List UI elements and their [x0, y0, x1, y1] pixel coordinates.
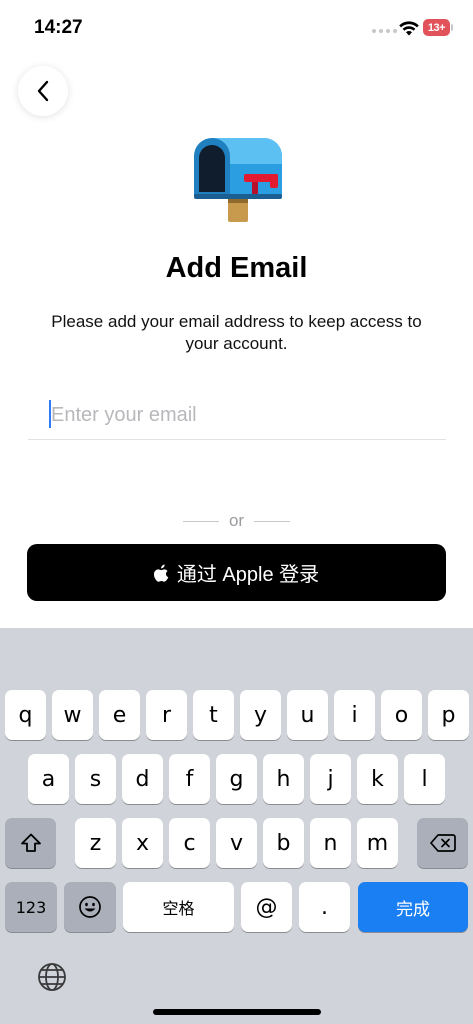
page-subtitle: Please add your email address to keep ac… — [51, 312, 422, 353]
globe-icon[interactable] — [36, 961, 68, 993]
email-input[interactable] — [28, 392, 446, 438]
key-m[interactable]: m — [357, 818, 398, 868]
space-key[interactable]: 空格 — [123, 882, 234, 932]
key-y[interactable]: y — [240, 690, 281, 740]
key-r[interactable]: r — [146, 690, 187, 740]
battery-level: 13+ — [427, 21, 446, 34]
status-time: 14:27 — [34, 17, 83, 38]
key-i[interactable]: i — [334, 690, 375, 740]
or-divider: or — [0, 510, 473, 532]
shift-key[interactable] — [5, 818, 56, 868]
key-g[interactable]: g — [216, 754, 257, 804]
wifi-icon — [399, 21, 419, 36]
shift-icon — [20, 833, 41, 852]
key-j[interactable]: j — [310, 754, 351, 804]
status-bar: 14:27 13+ — [0, 0, 473, 56]
back-button[interactable] — [18, 66, 68, 116]
key-d[interactable]: d — [122, 754, 163, 804]
key-u[interactable]: u — [287, 690, 328, 740]
chevron-left-icon — [37, 80, 49, 102]
divider-line-right — [254, 520, 291, 522]
key-o[interactable]: o — [381, 690, 422, 740]
apple-logo-icon — [153, 564, 169, 582]
apple-signin-label: 通过 Apple 登录 — [176, 564, 320, 586]
key-v[interactable]: v — [216, 818, 257, 868]
key-f[interactable]: f — [169, 754, 210, 804]
divider-text: or — [228, 511, 245, 530]
cellular-signal-icon — [372, 29, 397, 33]
dot-key[interactable]: . — [299, 882, 350, 932]
numbers-key[interactable]: 123 — [5, 882, 57, 932]
emoji-icon — [79, 896, 101, 918]
key-p[interactable]: p — [428, 690, 469, 740]
key-q[interactable]: q — [5, 690, 46, 740]
key-h[interactable]: h — [263, 754, 304, 804]
key-b[interactable]: b — [263, 818, 304, 868]
key-w[interactable]: w — [52, 690, 93, 740]
backspace-icon — [429, 834, 456, 852]
divider-line-left — [182, 520, 219, 522]
page-title: Add Email — [165, 252, 308, 284]
key-k[interactable]: k — [357, 754, 398, 804]
done-key[interactable]: 完成 — [358, 882, 468, 932]
emoji-key[interactable] — [64, 882, 116, 932]
at-key[interactable]: @ — [241, 882, 292, 932]
key-a[interactable]: a — [28, 754, 69, 804]
apple-signin-button[interactable]: 通过 Apple 登录 — [27, 544, 446, 601]
key-t[interactable]: t — [193, 690, 234, 740]
key-n[interactable]: n — [310, 818, 351, 868]
mailbox-icon — [194, 138, 282, 222]
key-x[interactable]: x — [122, 818, 163, 868]
battery-icon: 13+ — [423, 19, 453, 36]
key-z[interactable]: z — [75, 818, 116, 868]
home-indicator — [153, 1009, 321, 1015]
email-field — [28, 392, 446, 440]
key-e[interactable]: e — [99, 690, 140, 740]
key-l[interactable]: l — [404, 754, 445, 804]
delete-key[interactable] — [417, 818, 468, 868]
key-s[interactable]: s — [75, 754, 116, 804]
key-c[interactable]: c — [169, 818, 210, 868]
